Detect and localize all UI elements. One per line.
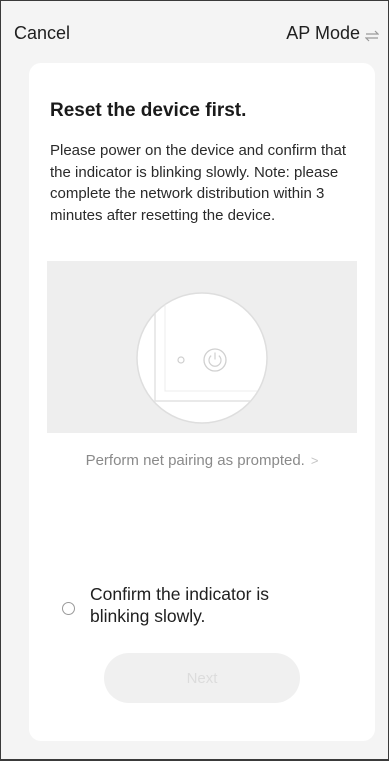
confirm-radio[interactable]: [62, 602, 75, 615]
instruction-text: Please power on the device and confirm t…: [50, 142, 347, 224]
confirm-indicator-option[interactable]: Confirm the indicator is blinking slowly…: [62, 583, 310, 627]
net-pairing-link[interactable]: Perform net pairing as prompted. >: [29, 452, 375, 469]
page-title: Reset the device first.: [50, 100, 247, 121]
ap-mode-switch[interactable]: AP Mode: [286, 23, 380, 44]
net-pairing-label: Perform net pairing as prompted.: [85, 452, 305, 469]
device-illustration: [47, 261, 357, 433]
next-button[interactable]: Next: [104, 653, 300, 703]
chevron-right-icon: >: [310, 453, 319, 468]
confirm-label: Confirm the indicator is blinking slowly…: [90, 584, 269, 626]
ap-mode-label: AP Mode: [286, 23, 360, 43]
swap-arrows-icon: [364, 27, 380, 41]
top-bar: Cancel AP Mode: [1, 1, 388, 63]
instruction-card: Reset the device first. Please power on …: [29, 63, 375, 741]
cancel-button[interactable]: Cancel: [14, 23, 70, 44]
device-reset-screen: Cancel AP Mode Reset the device first. P…: [1, 1, 388, 759]
